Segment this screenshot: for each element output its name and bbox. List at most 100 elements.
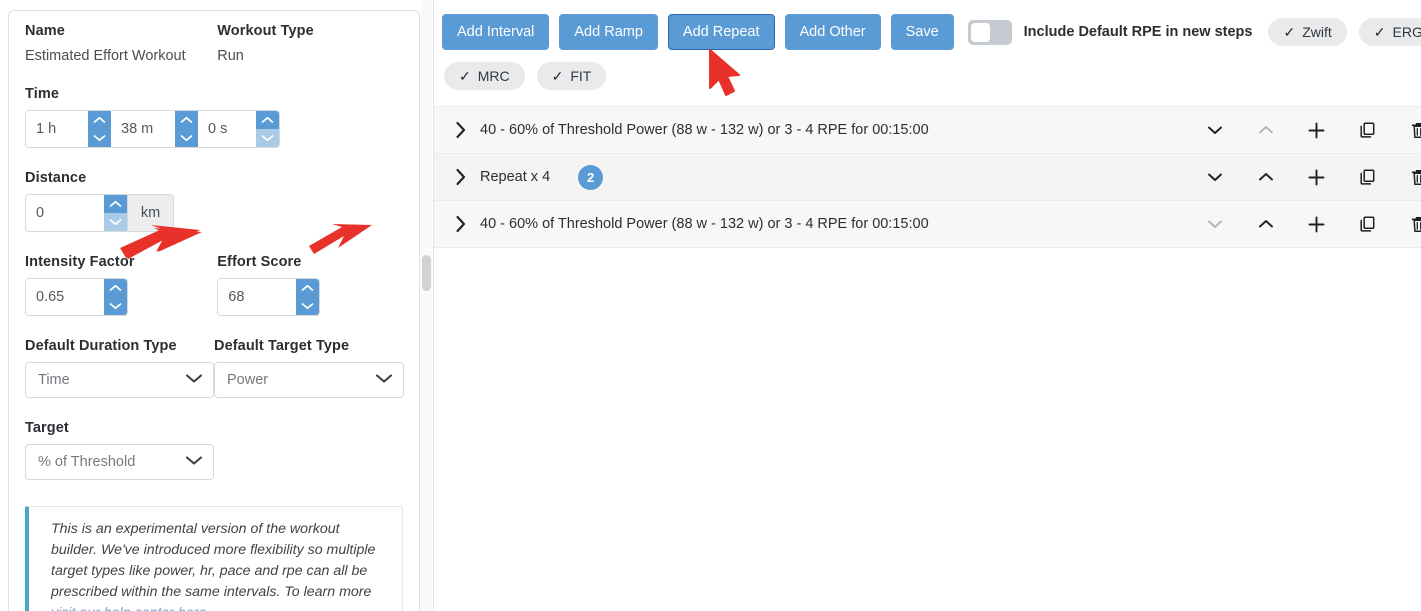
move-step-up-icon[interactable] [1253, 164, 1279, 190]
move-step-down-icon[interactable] [1202, 164, 1228, 190]
effort-score-decrement-button[interactable] [296, 297, 320, 315]
expand-step-icon[interactable] [448, 215, 474, 233]
add-ramp-button[interactable]: Add Ramp [559, 14, 658, 50]
time-seconds-stepper[interactable] [256, 111, 279, 147]
target-select[interactable]: % of Threshold [25, 444, 214, 480]
default-target-type-label: Default Target Type [214, 338, 350, 354]
chip-zwift[interactable]: ✓ Zwift [1268, 18, 1347, 46]
workout-steps-pane: Add Interval Add Ramp Add Repeat Add Oth… [434, 0, 1421, 611]
intensity-factor-spinner-group[interactable]: 0.65 [25, 278, 128, 316]
step-description: Repeat x 4 [480, 169, 551, 185]
delete-step-icon[interactable] [1406, 117, 1421, 143]
default-duration-type-label: Default Duration Type [25, 338, 177, 354]
add-interval-button[interactable]: Add Interval [442, 14, 550, 50]
distance-decrement-button[interactable] [104, 213, 127, 231]
duplicate-step-icon[interactable] [1355, 117, 1381, 143]
time-hours-decrement-button[interactable] [88, 129, 111, 147]
move-step-down-icon[interactable] [1202, 117, 1228, 143]
time-label: Time [25, 86, 59, 102]
intensity-factor-label: Intensity Factor [25, 254, 135, 270]
intensity-factor-decrement-button[interactable] [104, 297, 127, 315]
table-row[interactable]: 40 - 60% of Threshold Power (88 w - 132 … [434, 201, 1421, 248]
intensity-factor-increment-button[interactable] [104, 279, 127, 297]
table-row[interactable]: Repeat x 4 2 [434, 154, 1421, 201]
duplicate-step-icon[interactable] [1355, 211, 1381, 237]
target-group: Target % of Threshold [25, 420, 403, 480]
default-target-type-value: Power [227, 372, 269, 388]
experimental-notice: This is an experimental version of the w… [25, 506, 403, 611]
toolbar-secondary-row: ✓ MRC ✓ FIT [442, 62, 618, 90]
move-step-down-icon[interactable] [1202, 211, 1228, 237]
target-label: Target [25, 420, 69, 436]
workout-details-card: Name Estimated Effort Workout Workout Ty… [8, 10, 420, 611]
left-pane-scrollbar-thumb[interactable] [422, 255, 431, 291]
effort-score-stepper[interactable] [296, 279, 320, 315]
expand-step-icon[interactable] [448, 121, 474, 139]
effort-score-label: Effort Score [217, 254, 302, 270]
time-hours-increment-button[interactable] [88, 111, 111, 129]
chip-mrc[interactable]: ✓ MRC [444, 62, 525, 90]
time-seconds-increment-button[interactable] [256, 111, 279, 129]
experimental-notice-text: This is an experimental version of the w… [51, 519, 388, 611]
chevron-down-icon [185, 372, 203, 388]
workout-builder-app: Name Estimated Effort Workout Workout Ty… [0, 0, 1421, 611]
step-description: 40 - 60% of Threshold Power (88 w - 132 … [480, 122, 929, 138]
distance-spinner-group[interactable]: 0 km [25, 194, 174, 232]
workout-type-label: Workout Type [217, 23, 314, 39]
move-step-up-icon[interactable] [1253, 211, 1279, 237]
workout-type-value: Run [217, 48, 244, 64]
add-step-icon[interactable] [1304, 117, 1330, 143]
row-actions [1202, 211, 1421, 237]
delete-step-icon[interactable] [1406, 211, 1421, 237]
chip-erg-label: ERG [1392, 24, 1421, 40]
toggle-knob [970, 22, 990, 42]
time-seconds-decrement-button[interactable] [256, 129, 279, 147]
distance-field-group: Distance 0 km [25, 170, 403, 232]
name-label: Name [25, 23, 65, 39]
distance-input[interactable]: 0 [26, 195, 104, 231]
time-minutes-decrement-button[interactable] [175, 129, 198, 147]
effort-score-input[interactable]: 68 [218, 279, 297, 315]
default-target-type-select[interactable]: Power [214, 362, 404, 398]
intensity-factor-input[interactable]: 0.65 [26, 279, 104, 315]
duplicate-step-icon[interactable] [1355, 164, 1381, 190]
time-spinner-group[interactable]: 1 h 38 m 0 s [25, 110, 280, 148]
add-repeat-button[interactable]: Add Repeat [667, 14, 775, 50]
time-minutes-stepper[interactable] [175, 111, 198, 147]
default-duration-type-group: Default Duration Type Time [25, 338, 214, 398]
add-step-icon[interactable] [1304, 164, 1330, 190]
expand-step-icon[interactable] [448, 168, 474, 186]
delete-step-icon[interactable] [1406, 164, 1421, 190]
help-center-link[interactable]: visit our help center here [51, 605, 206, 611]
move-step-up-icon[interactable] [1253, 117, 1279, 143]
time-hours-stepper[interactable] [88, 111, 111, 147]
row-actions [1202, 117, 1421, 143]
effort-score-spinner-group[interactable]: 68 [217, 278, 321, 316]
steps-toolbar: Add Interval Add Ramp Add Repeat Add Oth… [434, 0, 1421, 90]
time-seconds-input[interactable]: 0 s [198, 111, 256, 147]
distance-increment-button[interactable] [104, 195, 127, 213]
intensity-and-effort-row: Intensity Factor 0.65 Effort Score 68 [25, 254, 403, 316]
chip-fit[interactable]: ✓ FIT [536, 62, 607, 90]
save-button[interactable]: Save [890, 14, 954, 50]
chip-erg[interactable]: ✓ ERG [1358, 18, 1421, 46]
time-field-group: Time 1 h 38 m 0 s [25, 86, 403, 148]
distance-label: Distance [25, 170, 87, 186]
step-description: 40 - 60% of Threshold Power (88 w - 132 … [480, 216, 929, 232]
default-duration-type-value: Time [38, 372, 70, 388]
chip-zwift-label: Zwift [1302, 24, 1332, 40]
intensity-factor-stepper[interactable] [104, 279, 127, 315]
default-duration-type-select[interactable]: Time [25, 362, 214, 398]
time-hours-input[interactable]: 1 h [26, 111, 88, 147]
workout-details-pane: Name Estimated Effort Workout Workout Ty… [0, 0, 434, 611]
distance-stepper[interactable] [104, 195, 127, 231]
add-step-icon[interactable] [1304, 211, 1330, 237]
name-field-group: Name Estimated Effort Workout [25, 23, 217, 64]
time-minutes-input[interactable]: 38 m [111, 111, 175, 147]
add-other-button[interactable]: Add Other [784, 14, 881, 50]
effort-score-increment-button[interactable] [296, 279, 320, 297]
time-minutes-increment-button[interactable] [175, 111, 198, 129]
left-pane-scrollbar[interactable] [421, 0, 432, 611]
table-row[interactable]: 40 - 60% of Threshold Power (88 w - 132 … [434, 107, 1421, 154]
include-default-rpe-toggle[interactable] [967, 19, 1012, 45]
